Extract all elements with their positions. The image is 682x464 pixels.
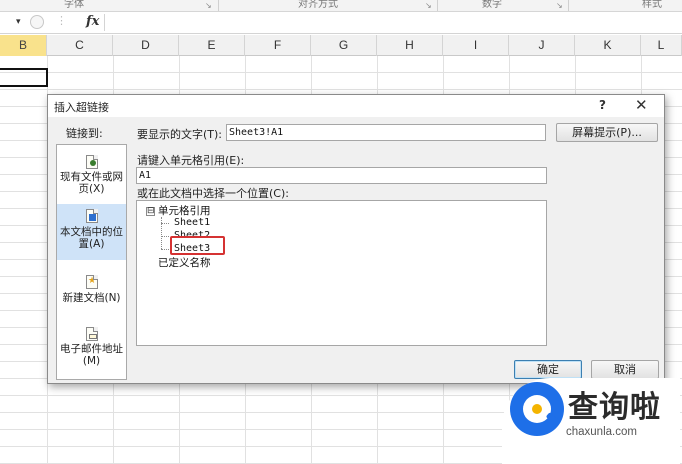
column-header-d[interactable]: D <box>113 35 179 56</box>
link-option-email[interactable]: 电子邮件地址(M) <box>57 323 126 373</box>
tree-node-cell-reference[interactable]: 单元格引用 <box>158 205 211 217</box>
formula-bar: ▾ ⋮ fx <box>0 12 682 34</box>
column-header-g[interactable]: G <box>311 35 377 56</box>
watermark: 查询啦 chaxunla.com <box>502 378 680 464</box>
display-text-label: 要显示的文字(T): <box>137 128 223 141</box>
tree-connector-line <box>161 249 169 250</box>
insert-hyperlink-dialog: 插入超链接 ? ✕ 链接到: 现有文件或网页(X) 本文档中的位置(A) ★ 新… <box>47 94 665 384</box>
ribbon-group-styles: 样式 <box>642 0 662 10</box>
column-header-j[interactable]: J <box>509 35 575 56</box>
document-place-icon <box>86 209 98 223</box>
place-in-document-label: 或在此文档中选择一个位置(C): <box>137 187 289 200</box>
new-document-icon: ★ <box>86 275 98 289</box>
sheet3-highlight <box>170 236 225 255</box>
link-option-this-document[interactable]: 本文档中的位置(A) <box>57 204 126 260</box>
name-box-dropdown-icon[interactable]: ▾ <box>16 17 21 27</box>
column-header-k[interactable]: K <box>575 35 641 56</box>
watermark-title: 查询啦 <box>568 390 661 425</box>
ribbon-separator <box>568 0 569 11</box>
existing-file-icon <box>86 155 98 169</box>
alignment-launcher-icon[interactable]: ↘ <box>425 1 432 10</box>
link-to-label: 链接到: <box>66 127 103 140</box>
dialog-title: 插入超链接 <box>54 101 109 114</box>
email-address-icon <box>86 327 98 341</box>
collapse-icon[interactable]: ⊟ <box>146 207 155 216</box>
cell-reference-input[interactable]: A1 <box>136 167 547 184</box>
formula-bar-divider-icon: ⋮ <box>56 14 67 27</box>
link-option-label: 本文档中的位置(A) <box>60 226 123 250</box>
link-to-panel: 现有文件或网页(X) 本文档中的位置(A) ★ 新建文档(N) 电子邮件地址(M… <box>56 144 127 380</box>
ribbon-group-headers: 字体 ↘ 对齐方式 ↘ 数字 ↘ 样式 <box>0 0 682 12</box>
formula-bar-resize-handle[interactable] <box>30 15 44 29</box>
column-header-b[interactable]: B <box>0 35 47 56</box>
screentip-button[interactable]: 屏幕提示(P)... <box>556 123 658 142</box>
cancel-button[interactable]: 取消 <box>591 360 659 379</box>
column-header-row: B C D E F G H I J K L <box>0 35 682 56</box>
column-header-i[interactable]: I <box>443 35 509 56</box>
tree-connector-line <box>161 223 169 224</box>
tree-node-defined-names[interactable]: 已定义名称 <box>158 257 211 269</box>
close-icon[interactable]: ✕ <box>635 96 648 114</box>
ok-button[interactable]: 确定 <box>514 360 582 379</box>
font-launcher-icon[interactable]: ↘ <box>205 1 212 10</box>
display-text-input[interactable]: Sheet3!A1 <box>226 124 546 141</box>
formula-input[interactable] <box>104 14 682 31</box>
link-option-new-document[interactable]: ★ 新建文档(N) <box>57 269 126 313</box>
column-header-h[interactable]: H <box>377 35 443 56</box>
link-option-label: 电子邮件地址(M) <box>60 343 123 367</box>
column-header-l[interactable]: L <box>641 35 682 56</box>
help-icon[interactable]: ? <box>599 98 606 112</box>
tree-node-sheet1[interactable]: Sheet1 <box>174 217 210 229</box>
active-cell[interactable] <box>0 68 48 87</box>
tree-connector-line <box>161 236 169 237</box>
magnifier-logo-icon <box>510 382 564 436</box>
insert-function-icon[interactable]: fx <box>86 14 99 29</box>
ribbon-separator <box>437 0 438 11</box>
link-option-label: 现有文件或网页(X) <box>60 171 123 195</box>
number-launcher-icon[interactable]: ↘ <box>556 1 563 10</box>
column-header-e[interactable]: E <box>179 35 245 56</box>
column-header-c[interactable]: C <box>47 35 113 56</box>
ribbon-group-number: 数字 <box>482 0 502 10</box>
column-header-f[interactable]: F <box>245 35 311 56</box>
ribbon-separator <box>218 0 219 11</box>
watermark-url: chaxunla.com <box>566 426 637 438</box>
ribbon-group-alignment: 对齐方式 <box>298 0 338 10</box>
tree-connector-line <box>161 217 162 249</box>
dialog-titlebar[interactable]: 插入超链接 ? ✕ <box>48 95 664 117</box>
link-option-label: 新建文档(N) <box>62 292 121 304</box>
ribbon-group-font: 字体 <box>64 0 84 10</box>
cell-reference-label: 请键入单元格引用(E): <box>137 154 245 167</box>
document-place-tree[interactable]: ⊟ 单元格引用 Sheet1 Sheet2 Sheet3 已定义名称 <box>136 200 547 346</box>
link-option-existing-file[interactable]: 现有文件或网页(X) <box>57 153 126 201</box>
